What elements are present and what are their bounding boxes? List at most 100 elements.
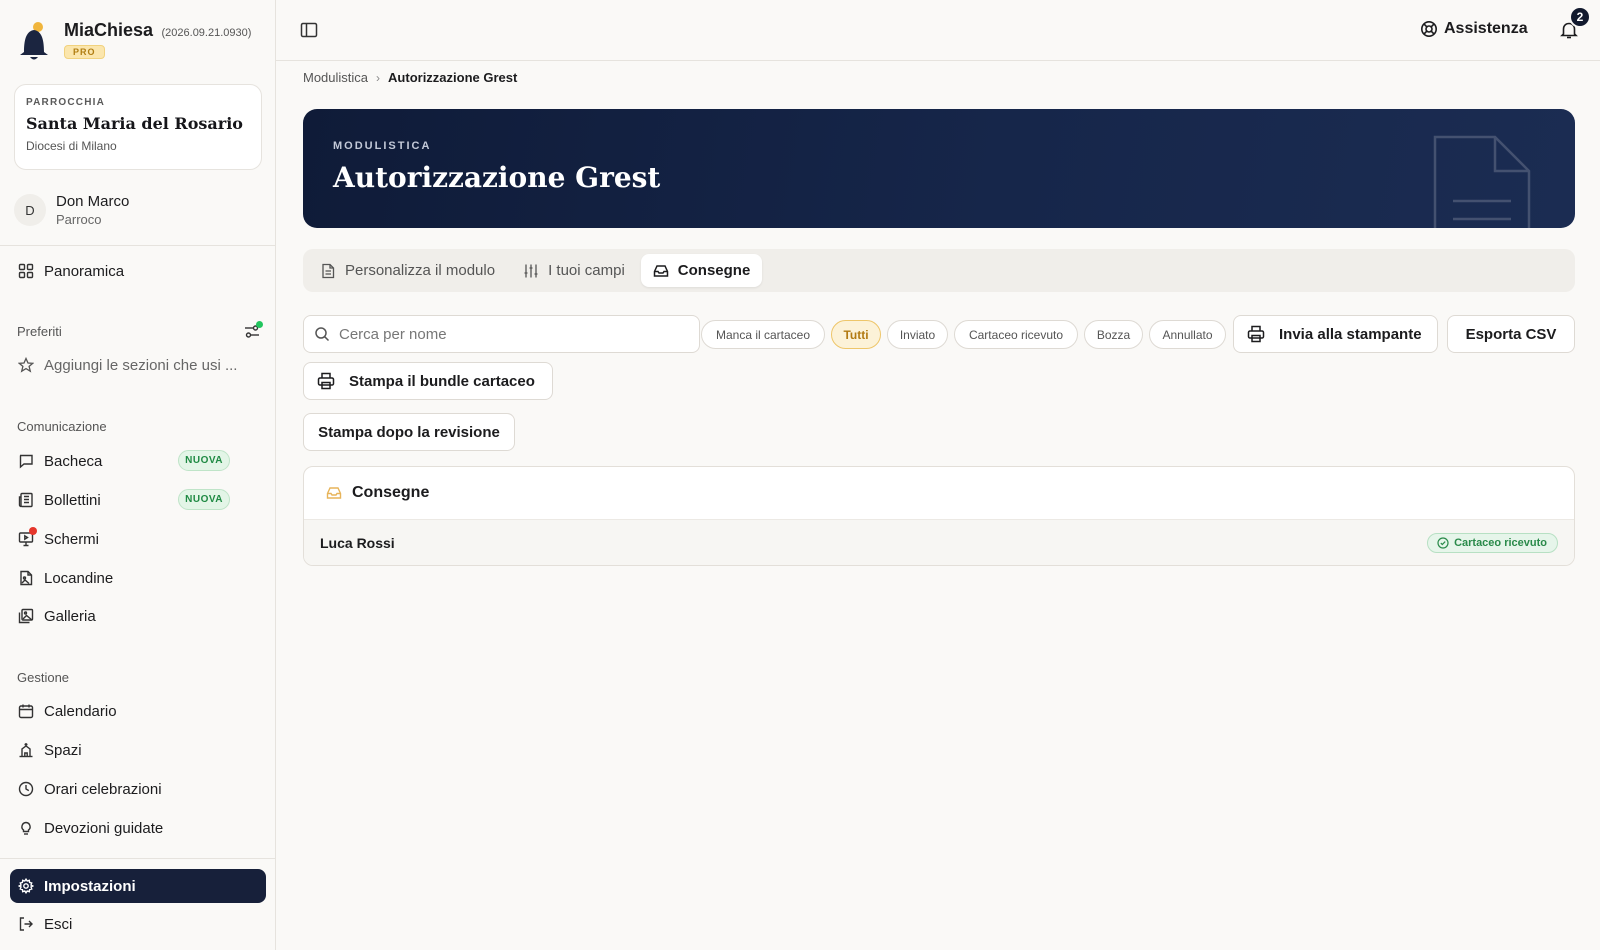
- page-kicker: MODULISTICA: [333, 140, 432, 152]
- parish-card[interactable]: PARROCCHIA Santa Maria del Rosario Dioce…: [14, 84, 262, 170]
- brand[interactable]: MiaChiesa (2026.09.21.0930) PRO: [16, 20, 251, 62]
- parish-diocese: Diocesi di Milano: [26, 139, 117, 153]
- filter-chip-tutti[interactable]: Tutti: [831, 320, 881, 349]
- section-label-gestione: Gestione: [17, 670, 70, 685]
- tab-tuoi-campi[interactable]: I tuoi campi: [511, 254, 637, 287]
- sidebar-item-schermi[interactable]: Schermi: [10, 522, 266, 556]
- new-badge: NUOVA: [178, 450, 230, 471]
- grid-icon: [18, 263, 34, 279]
- sidebar-item-esci[interactable]: Esci: [10, 907, 266, 941]
- sidebar-item-impostazioni[interactable]: Impostazioni: [10, 869, 266, 903]
- sidebar-item-locandine[interactable]: Locandine: [10, 561, 266, 595]
- inbox-icon: [326, 487, 342, 499]
- tab-bar: Personalizza il modulo I tuoi campi Cons…: [303, 249, 1575, 292]
- document-icon: [322, 263, 335, 278]
- page-header-banner: MODULISTICA Autorizzazione Grest: [303, 109, 1575, 228]
- tab-personalizza-modulo[interactable]: Personalizza il modulo: [308, 254, 507, 287]
- send-to-printer-button[interactable]: Invia alla stampante: [1233, 315, 1438, 353]
- printer-icon: [317, 372, 335, 390]
- message-square-icon: [18, 453, 34, 469]
- sidebar-item-favorites-hint[interactable]: Aggiungi le sezioni che usi ...: [10, 348, 266, 382]
- sidebar-item-label: Devozioni guidate: [44, 819, 164, 837]
- images-icon: [18, 608, 34, 624]
- sidebar-item-panoramica[interactable]: Panoramica: [10, 254, 266, 288]
- deliveries-header: Consegne: [304, 467, 1574, 520]
- sidebar-toggle-icon[interactable]: [300, 21, 318, 39]
- printer-icon: [1247, 325, 1265, 343]
- inbox-icon: [653, 264, 669, 277]
- button-label: Stampa il bundle cartaceo: [349, 372, 535, 390]
- sliders-icon: [524, 264, 538, 277]
- filter-chip-manca-cartaceo[interactable]: Manca il cartaceo: [701, 320, 825, 349]
- search-input[interactable]: [339, 325, 679, 343]
- user-profile[interactable]: D Don Marco Parroco: [14, 193, 129, 227]
- search-icon: [315, 327, 330, 342]
- filter-chip-inviato[interactable]: Inviato: [887, 320, 948, 349]
- bell-logo-icon: [20, 22, 48, 60]
- print-after-review-button[interactable]: Stampa dopo la revisione: [303, 413, 515, 451]
- help-button[interactable]: Assistenza: [1420, 20, 1528, 38]
- unread-dot: [29, 527, 37, 535]
- church-icon: [18, 742, 34, 758]
- parish-kicker: PARROCCHIA: [26, 97, 106, 108]
- notification-count-badge: 2: [1569, 6, 1591, 28]
- export-csv-button[interactable]: Esporta CSV: [1447, 315, 1575, 353]
- filter-chip-bozza[interactable]: Bozza: [1084, 320, 1143, 349]
- sidebar-divider: [0, 858, 275, 859]
- chevron-right-icon: ›: [376, 70, 381, 85]
- section-label-preferiti: Preferiti: [17, 324, 62, 339]
- print-bundle-button[interactable]: Stampa il bundle cartaceo: [303, 362, 553, 400]
- calendar-icon: [18, 703, 34, 719]
- sidebar-item-galleria[interactable]: Galleria: [10, 599, 266, 633]
- status-badge: Cartaceo ricevuto: [1427, 533, 1558, 553]
- button-label: Invia alla stampante: [1279, 325, 1422, 343]
- star-icon: [18, 357, 34, 373]
- customize-favorites-icon[interactable]: [244, 321, 263, 340]
- notifications-button[interactable]: 2: [1559, 6, 1591, 40]
- sidebar-item-calendario[interactable]: Calendario: [10, 694, 266, 728]
- green-dot: [256, 321, 263, 328]
- sidebar-item-label: Aggiungi le sezioni che usi ...: [44, 356, 238, 374]
- sidebar-item-spazi[interactable]: Spazi: [10, 733, 266, 767]
- file-image-icon: [18, 570, 34, 586]
- tab-label: Consegne: [677, 262, 751, 279]
- sidebar-item-label: Calendario: [44, 702, 117, 720]
- breadcrumb: Modulistica › Autorizzazione Grest: [303, 70, 517, 85]
- lifebuoy-icon: [1421, 21, 1437, 37]
- delivery-name: Luca Rossi: [320, 535, 395, 551]
- filter-chip-cartaceo-ricevuto[interactable]: Cartaceo ricevuto: [954, 320, 1078, 349]
- tab-consegne[interactable]: Consegne: [640, 254, 763, 287]
- status-label: Cartaceo ricevuto: [1454, 537, 1547, 549]
- tab-label: Personalizza il modulo: [345, 262, 496, 279]
- newspaper-icon: [18, 492, 34, 508]
- help-label: Assistenza: [1444, 20, 1528, 37]
- tab-label: I tuoi campi: [548, 262, 625, 279]
- table-row[interactable]: Luca Rossi Cartaceo ricevuto: [304, 520, 1574, 565]
- sidebar-item-label: Orari celebrazioni: [44, 780, 162, 798]
- gear-icon: [18, 878, 34, 894]
- sidebar-item-label: Panoramica: [44, 262, 125, 280]
- deliveries-panel: Consegne Luca Rossi Cartaceo ricevuto: [303, 466, 1575, 566]
- sidebar-item-bollettini[interactable]: Bollettini NUOVA: [10, 483, 266, 517]
- check-circle-icon: [1437, 537, 1449, 549]
- deliveries-title: Consegne: [352, 484, 430, 501]
- app-root: MiaChiesa (2026.09.21.0930) PRO PARROCCH…: [0, 0, 1600, 950]
- document-watermark-icon: [1433, 135, 1531, 228]
- filter-chip-annullato[interactable]: Annullato: [1149, 320, 1226, 349]
- monitor-play-icon: [18, 527, 37, 547]
- breadcrumb-parent[interactable]: Modulistica: [303, 70, 368, 85]
- logout-icon: [18, 916, 34, 932]
- sidebar-item-label: Galleria: [44, 607, 96, 625]
- sidebar-item-label: Locandine: [44, 569, 114, 587]
- sidebar: MiaChiesa (2026.09.21.0930) PRO PARROCCH…: [0, 0, 276, 950]
- sidebar-item-devozioni-guidate[interactable]: Devozioni guidate: [10, 811, 266, 845]
- sidebar-item-label: Impostazioni: [44, 877, 136, 895]
- sidebar-item-orari-celebrazioni[interactable]: Orari celebrazioni: [10, 772, 266, 806]
- main-content: Assistenza 2 Modulistica › Autorizzazion…: [276, 0, 1600, 950]
- sidebar-item-label: Spazi: [44, 741, 82, 759]
- sidebar-item-bacheca[interactable]: Bacheca NUOVA: [10, 444, 266, 478]
- user-role: Parroco: [56, 212, 102, 227]
- breadcrumb-current: Autorizzazione Grest: [388, 70, 518, 85]
- sidebar-item-label: Bollettini: [44, 491, 101, 509]
- search-field[interactable]: [303, 315, 700, 353]
